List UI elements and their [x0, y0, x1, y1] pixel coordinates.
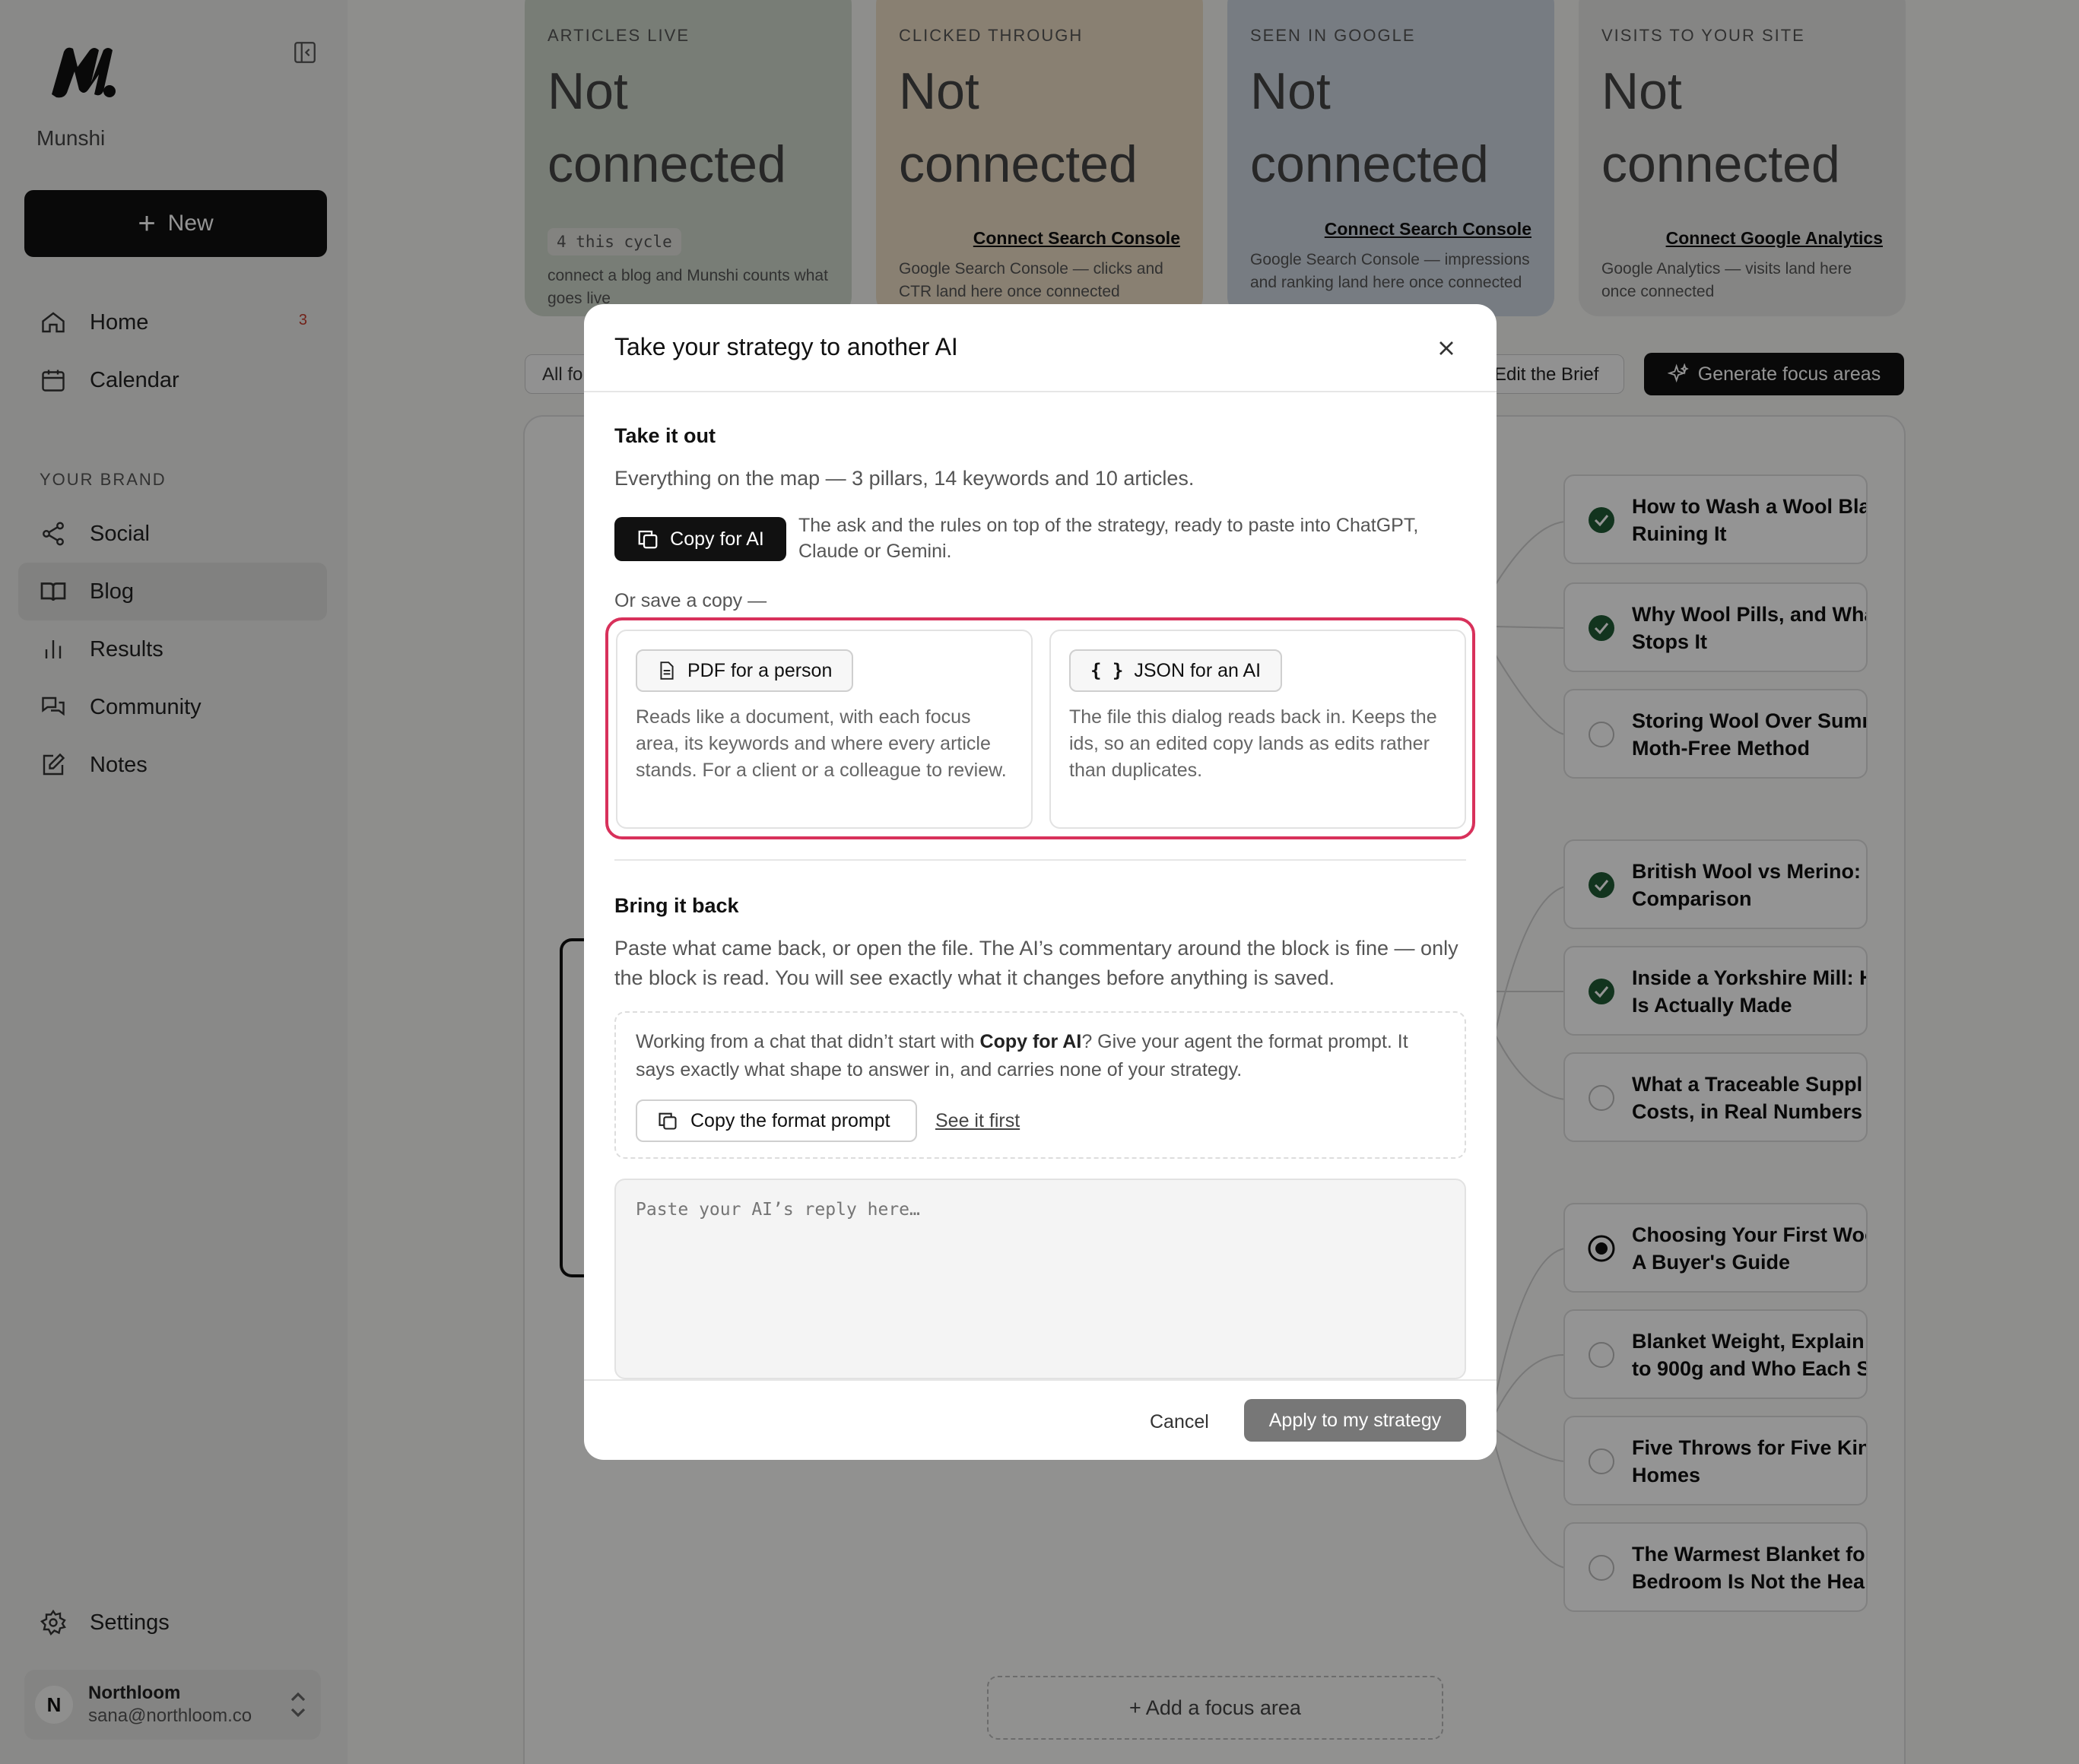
- pdf-button-label: PDF for a person: [687, 659, 833, 681]
- bring-it-back-heading: Bring it back: [614, 894, 739, 917]
- copy-for-ai-button[interactable]: Copy for AI: [614, 517, 786, 561]
- close-icon[interactable]: [1434, 336, 1458, 360]
- bring-back-description: Paste what came back, or open the file. …: [614, 937, 1458, 989]
- cancel-button[interactable]: Cancel: [1150, 1411, 1209, 1433]
- section-divider: [614, 859, 1466, 861]
- apply-strategy-button[interactable]: Apply to my strategy: [1244, 1399, 1466, 1442]
- pdf-button[interactable]: PDF for a person: [636, 649, 854, 692]
- dialog-header: Take your strategy to another AI: [584, 304, 1497, 392]
- copy-format-label: Copy the format prompt: [690, 1109, 890, 1131]
- json-description: The file this dialog reads back in. Keep…: [1069, 706, 1437, 781]
- copy-format-prompt-button[interactable]: Copy the format prompt: [636, 1099, 917, 1142]
- copy-for-ai-emphasis: Copy for AI: [979, 1031, 1082, 1052]
- braces-icon: { }: [1090, 660, 1124, 681]
- copy-for-ai-label: Copy for AI: [670, 528, 764, 550]
- ai-reply-textarea[interactable]: [614, 1179, 1466, 1379]
- json-button[interactable]: { } JSON for an AI: [1069, 649, 1283, 692]
- format-prompt-box: Working from a chat that didn’t start wi…: [614, 1011, 1466, 1159]
- pdf-description: Reads like a document, with each focus a…: [636, 706, 1007, 781]
- copy-icon: [638, 530, 658, 549]
- format-prompt-note: Working from a chat that didn’t start wi…: [636, 1031, 1408, 1080]
- save-copy-label: Or save a copy —: [614, 590, 767, 611]
- dialog-title: Take your strategy to another AI: [614, 333, 958, 360]
- copy-icon: [659, 1112, 677, 1130]
- json-option-card[interactable]: { } JSON for an AI The file this dialog …: [1049, 630, 1466, 829]
- json-button-label: JSON for an AI: [1134, 659, 1262, 681]
- pdf-option-card[interactable]: PDF for a person Reads like a document, …: [616, 630, 1033, 829]
- map-summary: Everything on the map — 3 pillars, 14 ke…: [614, 467, 1195, 490]
- document-icon: [660, 662, 674, 680]
- take-it-out-heading: Take it out: [614, 424, 716, 447]
- copy-for-ai-description: The ask and the rules on top of the stra…: [798, 515, 1419, 562]
- see-it-first-link[interactable]: See it first: [935, 1110, 1020, 1132]
- export-import-dialog: Take your strategy to another AI Take it…: [584, 304, 1497, 1460]
- dialog-footer: Cancel Apply to my strategy: [584, 1379, 1497, 1460]
